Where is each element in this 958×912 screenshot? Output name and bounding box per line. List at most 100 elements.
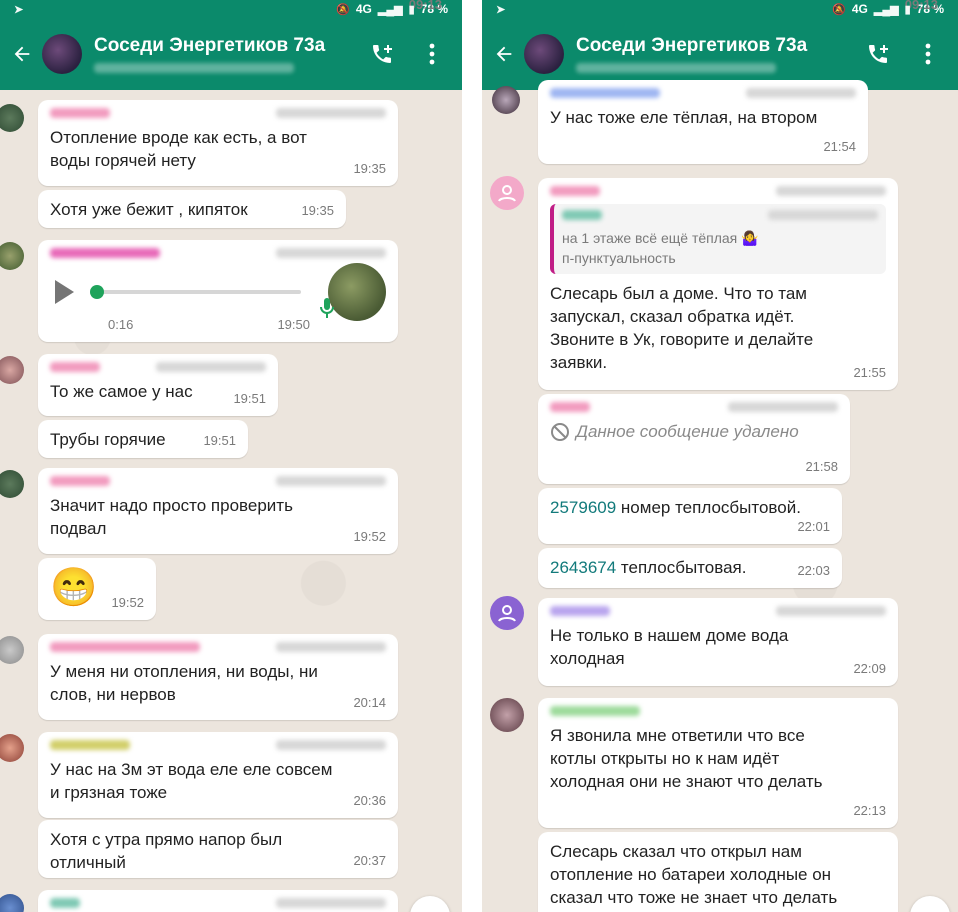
- signal-icon: ▂▄▆: [377, 3, 403, 16]
- more-options-icon[interactable]: [908, 34, 948, 74]
- battery-icon: ▮: [904, 3, 911, 16]
- status-bar: 09:13 ➤ 🔕 4G ▂▄▆ ▮ 78 %: [0, 0, 462, 18]
- message-text: сказал что тоже не знает что делать: [550, 888, 838, 907]
- voice-progress-handle[interactable]: [90, 285, 104, 299]
- message-text: Хотя с утра прямо напор был: [50, 830, 283, 849]
- sender-name-blurred: [50, 642, 200, 652]
- chevron-down-icon: [922, 908, 938, 912]
- voice-duration: 0:16: [108, 317, 134, 332]
- network-type: 4G: [851, 2, 868, 16]
- message-time: 19:51: [203, 433, 236, 448]
- phone-number-link[interactable]: 2579609: [550, 498, 616, 517]
- message-bubble[interactable]: То же самое у нас 19:51: [38, 354, 278, 416]
- message-text: Хотя уже бежит , кипяток: [50, 200, 248, 219]
- message-bubble[interactable]: Трубы горячие 19:51: [38, 420, 248, 458]
- message-time: 19:52: [111, 595, 144, 610]
- message-time: 22:01: [797, 519, 830, 534]
- status-bar: 09:13 ➤ 🔕 4G ▂▄▆ ▮ 78 %: [482, 0, 958, 18]
- sender-phone-blurred: [746, 88, 856, 98]
- message-time: 19:35: [301, 203, 334, 218]
- message-bubble[interactable]: на 1 этаже всё ещё тёплая 🤷‍♀️ п-пунктуа…: [538, 178, 898, 390]
- sender-header-blurred: [550, 88, 856, 102]
- message-text: У меня ни отопления, ни воды, ни: [50, 662, 318, 681]
- sender-header-blurred: [50, 476, 386, 490]
- message-text: холодная они не знают что делать: [550, 772, 823, 791]
- message-bubble[interactable]: Хотя уже бежит , кипяток 19:35: [38, 190, 346, 228]
- message-bubble[interactable]: У нас тоже еле тёплая, на втором 21:54: [538, 80, 868, 164]
- quoted-sender-blurred: [562, 210, 878, 224]
- telegram-icon: ➤: [14, 3, 24, 16]
- message-bubble[interactable]: Хотя с утра прямо напор был отличный 20:…: [38, 820, 398, 878]
- message-text: отопление но батареи холодные он: [550, 865, 832, 884]
- message-bubble[interactable]: У меня ни отопления, ни воды, ни слов, н…: [38, 634, 398, 720]
- message-text: Звоните в Ук, говорите и делайте: [550, 330, 814, 349]
- voice-progress-track[interactable]: [90, 285, 301, 299]
- message-time: 20:36: [353, 793, 386, 808]
- sender-phone-blurred: [776, 186, 886, 196]
- chat-title-block[interactable]: Соседи Энергетиков 73а: [576, 35, 858, 73]
- sender-phone-blurred: [276, 898, 386, 908]
- message-bubble[interactable]: Не только в нашем доме вода холодная 22:…: [538, 598, 898, 686]
- message-text-line: 2643674 теплосбытовая.: [550, 556, 830, 579]
- sender-phone-blurred: [276, 108, 386, 118]
- message-time: 22:09: [853, 661, 886, 676]
- group-avatar[interactable]: [524, 34, 564, 74]
- message-text: котлы открыты но к нам идёт: [550, 749, 780, 768]
- back-arrow-icon[interactable]: [484, 34, 524, 74]
- sender-header-blurred: [550, 186, 886, 200]
- message-bubble[interactable]: У нас на 3м эт вода еле еле совсем и гря…: [38, 732, 398, 818]
- voice-message-bubble[interactable]: 0:16 19:50: [38, 240, 398, 342]
- sender-header-blurred: [50, 108, 386, 122]
- add-call-icon[interactable]: [858, 34, 898, 74]
- message-bubble[interactable]: Значит надо просто проверить подвал 19:5…: [38, 468, 398, 554]
- phone-number-link[interactable]: 2643674: [550, 558, 616, 577]
- message-bubble[interactable]: 2579609 номер теплосбытовой. 22:01: [538, 488, 842, 544]
- sender-name-blurred: [50, 476, 110, 486]
- message-text: холодная: [550, 649, 625, 668]
- message-bubble-partial[interactable]: [38, 890, 398, 912]
- add-call-icon[interactable]: [362, 34, 402, 74]
- chat-title: Соседи Энергетиков 73а: [576, 35, 808, 56]
- message-text: Слесарь был а доме. Что то там: [550, 284, 807, 303]
- sender-header-blurred: [550, 402, 838, 416]
- sender-avatar[interactable]: [490, 698, 524, 732]
- sender-phone-blurred: [276, 248, 386, 258]
- message-bubble[interactable]: 😁 19:52: [38, 558, 156, 620]
- sender-name-blurred: [550, 706, 640, 716]
- sender-header-blurred: [50, 248, 386, 262]
- battery-icon: ▮: [408, 3, 415, 16]
- message-bubble[interactable]: Я звонила мне ответили что все котлы отк…: [538, 698, 898, 828]
- sender-name-blurred: [50, 898, 80, 908]
- mute-icon: 🔕: [336, 3, 350, 16]
- sender-avatar[interactable]: [492, 86, 520, 114]
- message-bubble[interactable]: Отопление вроде как есть, а вот воды гор…: [38, 100, 398, 186]
- group-avatar[interactable]: [42, 34, 82, 74]
- more-options-icon[interactable]: [412, 34, 452, 74]
- default-avatar-icon[interactable]: [490, 596, 524, 630]
- message-time: 19:50: [277, 317, 310, 332]
- sender-phone-blurred: [156, 362, 266, 372]
- message-text: воды горячей нету: [50, 151, 196, 170]
- chat-title: Соседи Энергетиков 73а: [94, 35, 326, 56]
- message-bubble[interactable]: Слесарь сказал что открыл нам отопление …: [538, 832, 898, 912]
- play-icon[interactable]: [50, 278, 78, 306]
- sender-header-blurred: [50, 642, 386, 656]
- message-bubble[interactable]: 2643674 теплосбытовая. 22:03: [538, 548, 842, 588]
- message-text: подвал: [50, 519, 107, 538]
- deleted-message-bubble[interactable]: Данное сообщение удалено 21:58: [538, 394, 850, 484]
- sender-name-blurred: [550, 186, 600, 196]
- sender-phone-blurred: [728, 402, 838, 412]
- message-time: 19:51: [233, 391, 266, 406]
- back-arrow-icon[interactable]: [2, 34, 42, 74]
- quoted-message[interactable]: на 1 этаже всё ещё тёплая 🤷‍♀️ п-пунктуа…: [550, 204, 886, 274]
- message-text: Я звонила мне ответили что все: [550, 726, 805, 745]
- message-text: номер теплосбытовой.: [616, 498, 801, 517]
- network-type: 4G: [355, 2, 372, 16]
- sender-phone-blurred: [276, 642, 386, 652]
- deleted-text: Данное сообщение удалено: [576, 422, 799, 441]
- default-avatar-icon[interactable]: [490, 176, 524, 210]
- chat-title-block[interactable]: Соседи Энергетиков 73а: [94, 35, 362, 73]
- message-time: 20:14: [353, 695, 386, 710]
- sender-name-blurred: [50, 108, 110, 118]
- sender-phone-blurred: [776, 606, 886, 616]
